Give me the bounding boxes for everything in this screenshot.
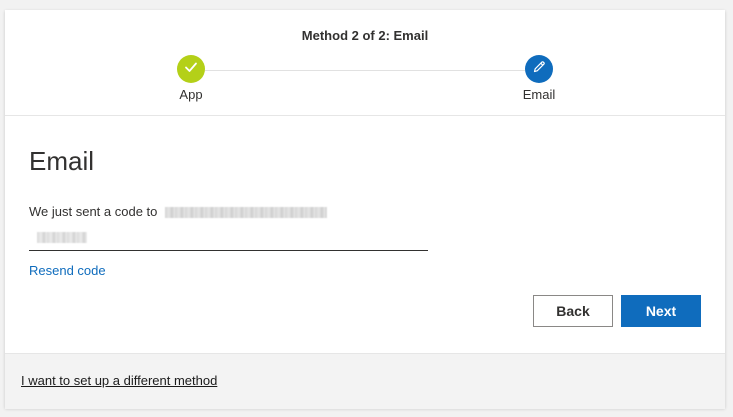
code-sent-message: We just sent a code to xyxy=(29,204,328,219)
redacted-code-value xyxy=(37,232,87,243)
different-method-link[interactable]: I want to set up a different method xyxy=(21,373,217,388)
setup-card: Method 2 of 2: Email App Email Email We … xyxy=(5,10,725,409)
code-sent-text: We just sent a code to xyxy=(29,204,158,219)
step-app-indicator xyxy=(177,55,205,83)
page-title: Email xyxy=(29,146,95,176)
step-app-label: App xyxy=(179,87,203,102)
step-email-indicator xyxy=(525,55,553,83)
progress-line xyxy=(205,70,525,71)
method-title: Method 2 of 2: Email xyxy=(301,28,429,43)
check-icon xyxy=(183,59,199,80)
resend-code-link[interactable]: Resend code xyxy=(29,263,106,278)
step-email-label: Email xyxy=(522,87,556,102)
pencil-icon xyxy=(531,59,547,80)
next-button[interactable]: Next xyxy=(621,295,701,327)
verification-code-input[interactable] xyxy=(29,225,428,251)
back-button[interactable]: Back xyxy=(533,295,613,327)
progress-header: Method 2 of 2: Email App Email xyxy=(5,10,725,116)
redacted-email xyxy=(165,207,328,219)
footer: I want to set up a different method xyxy=(5,353,725,409)
